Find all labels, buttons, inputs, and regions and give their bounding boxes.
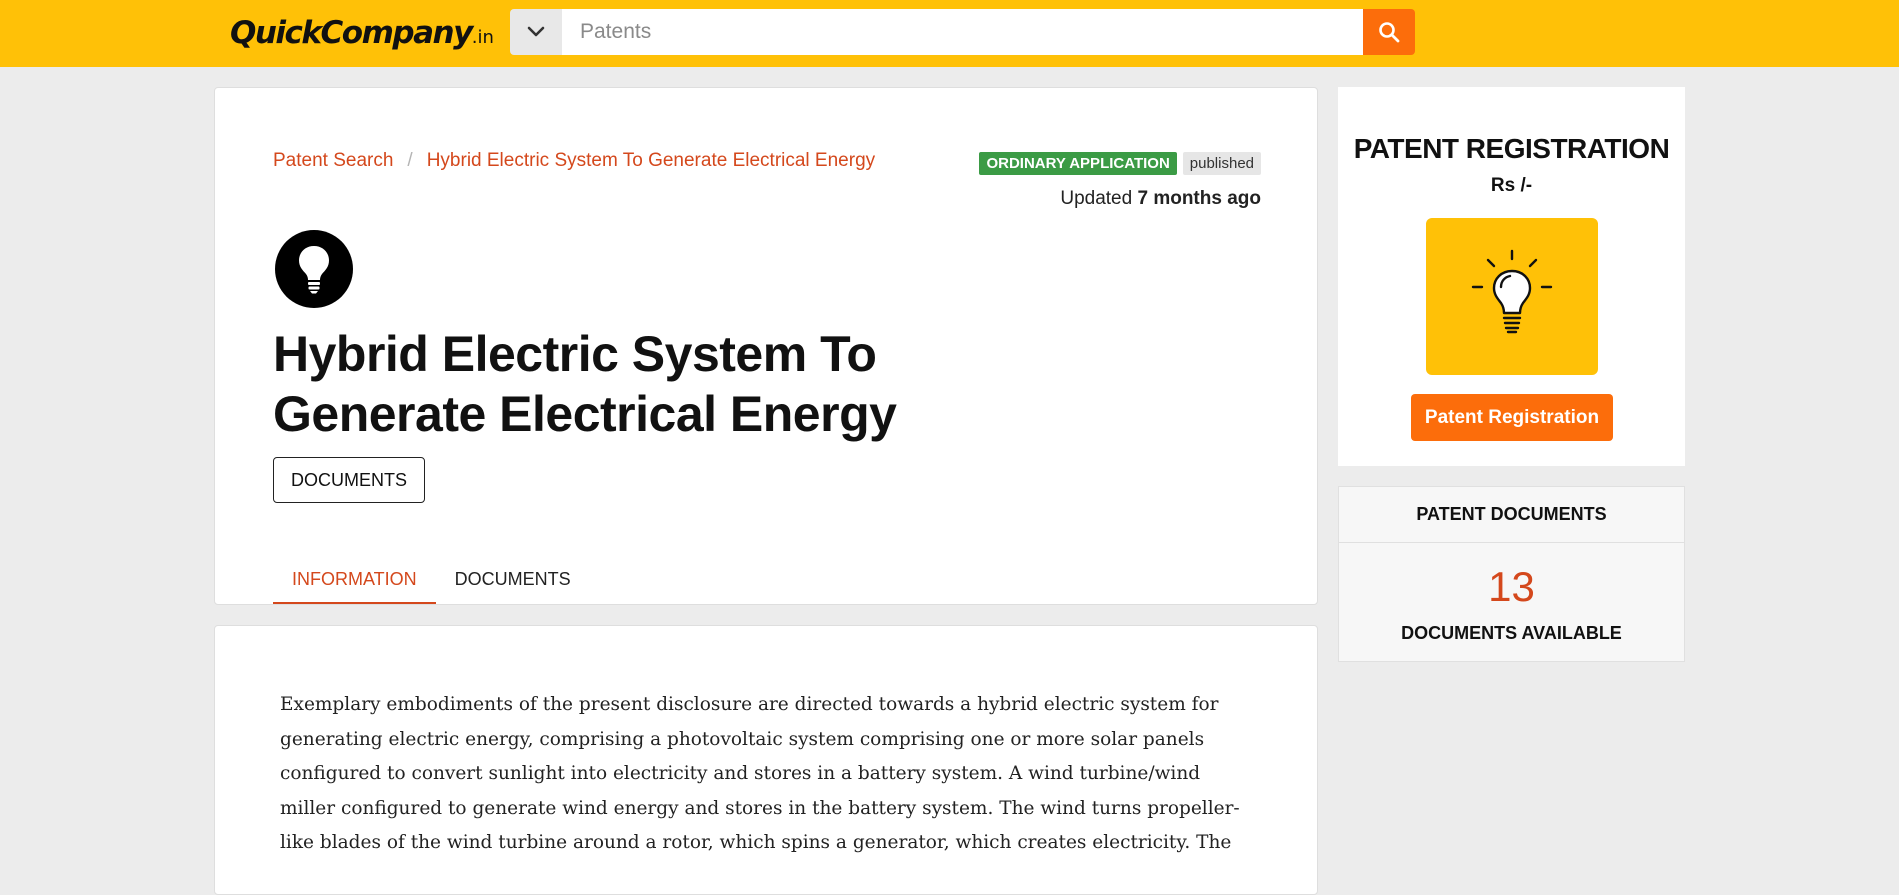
registration-illustration (1426, 218, 1598, 375)
status-badges: ORDINARY APPLICATION published (979, 152, 1261, 175)
breadcrumb-current[interactable]: Hybrid Electric System To Generate Elect… (427, 150, 875, 171)
documents-available-label: DOCUMENTS AVAILABLE (1401, 623, 1622, 643)
registration-title: PATENT REGISTRATION (1353, 133, 1670, 164)
documents-card-header: PATENT DOCUMENTS (1339, 487, 1684, 543)
search-bar (510, 9, 1415, 55)
search-icon (1379, 22, 1400, 43)
search-input[interactable] (562, 9, 1363, 55)
documents-count[interactable]: 13 (1339, 563, 1684, 611)
breadcrumb-separator: / (407, 150, 413, 171)
documents-button[interactable]: DOCUMENTS (273, 457, 425, 503)
search-category-dropdown[interactable] (510, 9, 562, 55)
publication-status-badge: published (1182, 152, 1261, 175)
patent-avatar (275, 230, 353, 308)
patent-tabs: INFORMATION DOCUMENTS (273, 558, 590, 604)
logo-tld: .in (471, 27, 494, 48)
patent-abstract: Exemplary embodiments of the present dis… (280, 694, 1240, 853)
tab-information[interactable]: INFORMATION (273, 558, 436, 604)
tab-documents[interactable]: DOCUMENTS (436, 558, 590, 604)
breadcrumb: Patent Search / Hybrid Electric System To … (273, 150, 875, 172)
patent-header-card: Patent Search / Hybrid Electric System To … (214, 87, 1318, 605)
patent-documents-card: PATENT DOCUMENTS 13 DOCUMENTS AVAILABLE (1338, 486, 1685, 662)
updated-prefix: Updated (1060, 188, 1133, 209)
chevron-down-icon (527, 26, 545, 37)
logo-text: QuickCompany (230, 15, 473, 51)
patent-registration-button[interactable]: Patent Registration (1411, 394, 1613, 441)
updated-value: 7 months ago (1137, 188, 1261, 209)
breadcrumb-patent-search[interactable]: Patent Search (273, 150, 393, 171)
top-bar: QuickCompany.in (0, 0, 1899, 67)
updated-text: Updated 7 months ago (1060, 188, 1261, 210)
search-button[interactable] (1363, 9, 1415, 55)
registration-price: Rs /- (1490, 175, 1533, 196)
application-type-badge: ORDINARY APPLICATION (979, 152, 1177, 175)
description-card: Exemplary embodiments of the present dis… (214, 625, 1318, 895)
site-logo[interactable]: QuickCompany.in (230, 14, 494, 57)
lightbulb-icon (299, 246, 329, 294)
patent-title: Hybrid Electric System To Generate Elect… (273, 326, 897, 442)
patent-registration-card: PATENT REGISTRATION Rs /- Patent Registr… (1338, 87, 1685, 466)
lightbulb-idea-icon (1471, 249, 1553, 333)
